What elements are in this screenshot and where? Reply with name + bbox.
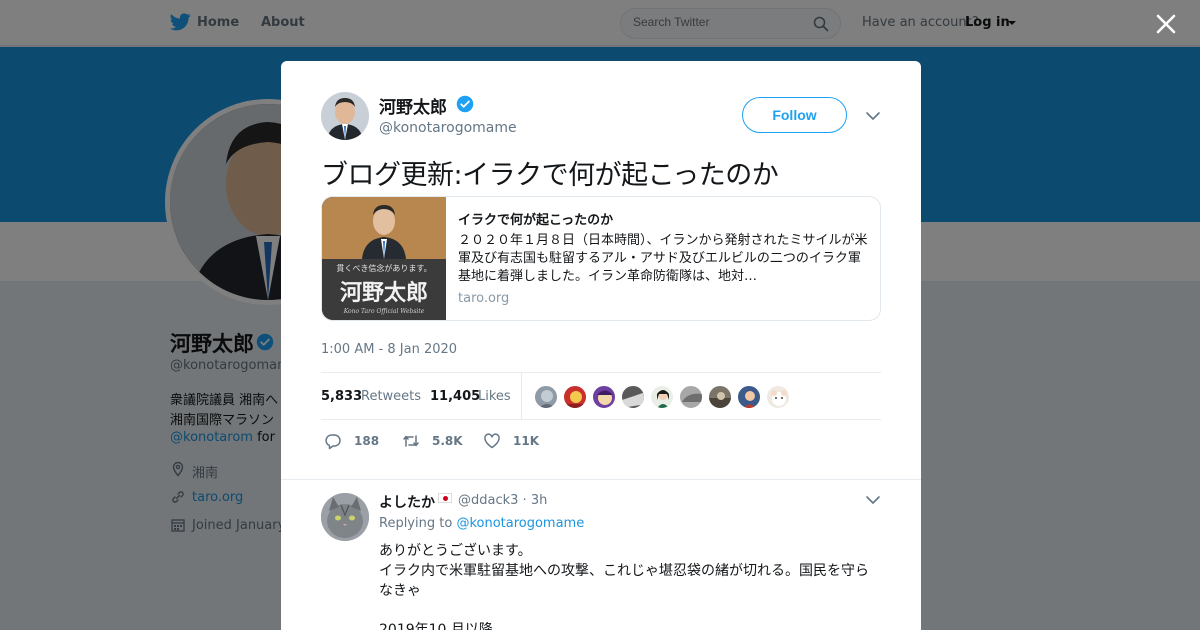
link-card[interactable]: 貫くべき信念があります。 河野太郎 Kono Taro Official Web… xyxy=(321,196,881,321)
reply-separator xyxy=(281,470,921,480)
retweets-label[interactable]: Retweets xyxy=(361,389,421,404)
liker-avatar[interactable] xyxy=(534,385,558,409)
tweet-stats: 5,833 Retweets 11,405 Likes xyxy=(321,372,881,420)
liker-avatar[interactable] xyxy=(679,385,703,409)
liker-avatar[interactable] xyxy=(592,385,616,409)
likes-label[interactable]: Likes xyxy=(478,389,511,404)
tweet-timestamp[interactable]: 1:00 AM - 8 Jan 2020 xyxy=(321,342,457,357)
author-handle[interactable]: @konotarogomame xyxy=(379,120,517,136)
like-count: 11K xyxy=(513,434,539,448)
reply-author-name[interactable]: よしたか xyxy=(379,492,435,512)
liker-avatar[interactable] xyxy=(563,385,587,409)
author-avatar[interactable] xyxy=(321,92,369,140)
tweet-text: ブログ更新:イラクで何が起こったのか xyxy=(321,160,779,191)
retweets-count[interactable]: 5,833 xyxy=(321,389,362,404)
author-name[interactable]: 河野太郎 xyxy=(379,93,447,118)
card-thumbnail-name: 河野太郎 xyxy=(339,280,428,306)
card-thumbnail: 貫くべき信念があります。 河野太郎 Kono Taro Official Web… xyxy=(322,197,446,320)
replying-to-prefix: Replying to xyxy=(379,516,453,531)
chevron-down-icon[interactable] xyxy=(865,492,881,508)
reply-text-line: 2019年10 月以降 xyxy=(379,622,493,630)
reply-author-handle[interactable]: @ddack3 · 3h xyxy=(458,493,547,508)
card-domain: taro.org xyxy=(458,291,510,306)
likes-count[interactable]: 11,405 xyxy=(430,389,480,404)
card-thumbnail-tagline: 貫くべき信念があります。 xyxy=(336,264,432,273)
reply-text-line: イラク内で米軍駐留基地への攻撃、これじゃ堪忍袋の緒が切れる。国民を守ら xyxy=(379,563,869,579)
reply-icon xyxy=(325,434,341,450)
close-icon[interactable] xyxy=(1155,13,1177,35)
card-thumbnail-footer: Kono Taro Official Website xyxy=(343,308,425,315)
heart-icon xyxy=(484,433,500,449)
retweet-count: 5.8K xyxy=(432,434,463,448)
liker-avatar[interactable] xyxy=(766,385,790,409)
author-photo xyxy=(321,92,369,140)
liker-avatar[interactable] xyxy=(737,385,761,409)
reply-avatar[interactable] xyxy=(321,493,369,541)
reply-count: 188 xyxy=(354,434,380,448)
verified-badge-icon xyxy=(456,95,474,113)
chevron-down-icon[interactable] xyxy=(865,108,881,124)
reply-text-line: なきゃ xyxy=(379,583,421,599)
card-title: イラクで何が起こったのか xyxy=(458,213,614,228)
follow-button[interactable]: Follow xyxy=(742,97,847,133)
liker-avatar[interactable] xyxy=(708,385,732,409)
liker-avatar[interactable] xyxy=(621,385,645,409)
japan-flag-icon xyxy=(438,493,452,503)
stats-divider xyxy=(521,373,522,419)
replying-to: Replying to @konotarogomame xyxy=(379,516,584,531)
tweet-modal: 河野太郎 @konotarogomame Follow ブログ更新:イラクで何が… xyxy=(281,61,921,630)
replying-to-link[interactable]: @konotarogomame xyxy=(456,516,584,531)
reply-text-line: ありがとうございます。 xyxy=(379,543,532,559)
reply-photo xyxy=(321,493,369,541)
retweet-icon xyxy=(403,435,419,447)
card-description: ２０２０年１月８日（日本時間）、イランから発射されたミサイルが米軍及び有志国も駐… xyxy=(458,233,868,284)
liker-avatar[interactable] xyxy=(650,385,674,409)
